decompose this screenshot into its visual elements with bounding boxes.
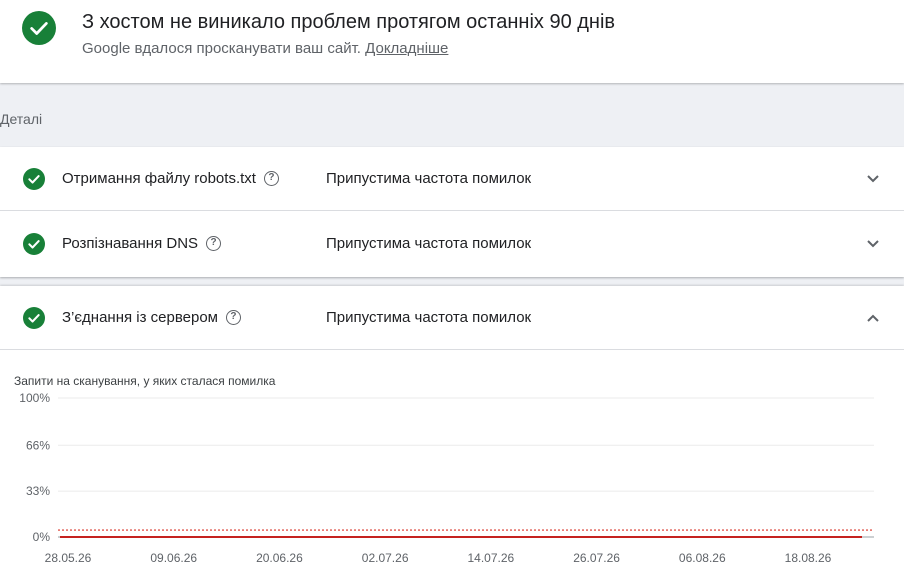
x-tick-label: 28.05.26	[45, 551, 92, 565]
y-tick-label: 66%	[26, 438, 50, 452]
x-tick-label: 18.08.26	[785, 551, 832, 565]
help-icon[interactable]: ?	[206, 235, 222, 251]
check-circle-icon	[23, 307, 45, 329]
x-tick-label: 20.06.26	[256, 551, 303, 565]
row-name-text: Отримання файлу robots.txt	[62, 170, 256, 187]
row-name-text: Розпізнавання DNS	[62, 235, 199, 252]
check-circle-icon	[22, 11, 56, 45]
row-status: Припустима частота помилок	[326, 170, 532, 187]
row-robots-txt[interactable]: Отримання файлу robots.txt? Припустима ч…	[0, 147, 904, 211]
banner-subtitle: Google вдалося просканувати ваш сайт. До…	[82, 40, 448, 58]
row-dns[interactable]: Розпізнавання DNS? Припустима частота по…	[0, 212, 904, 276]
chevron-down-icon[interactable]	[864, 236, 882, 252]
x-tick-label: 14.07.26	[467, 551, 514, 565]
y-tick-label: 0%	[33, 530, 51, 544]
details-label: Деталі	[0, 111, 43, 127]
x-tick-label: 09.06.26	[150, 551, 197, 565]
banner-title: З хостом не виникало проблем протягом ос…	[82, 11, 616, 33]
chevron-down-icon[interactable]	[864, 171, 882, 187]
banner-subtitle-text: Google вдалося просканувати ваш сайт.	[82, 40, 361, 57]
details-card-top: Отримання файлу robots.txt? Припустима ч…	[0, 147, 904, 277]
row-status: Припустима частота помилок	[326, 235, 532, 252]
learn-more-link[interactable]: Докладніше	[365, 40, 448, 57]
error-rate-chart: 100% 66% 33% 0% 28.05.26 09.06.26 20.06.26 02.0…	[19, 391, 874, 565]
y-tick-label: 100%	[19, 391, 50, 405]
help-icon[interactable]: ?	[225, 309, 241, 325]
row-name-text: З’єднання із сервером	[62, 309, 218, 326]
row-name: З’єднання із сервером?	[62, 309, 241, 327]
chevron-up-icon[interactable]	[864, 310, 882, 326]
y-tick-label: 33%	[26, 484, 50, 498]
x-tick-label: 02.07.26	[362, 551, 409, 565]
row-name: Отримання файлу robots.txt?	[62, 170, 279, 188]
status-banner: З хостом не виникало проблем протягом ос…	[0, 0, 904, 83]
check-circle-icon	[23, 168, 45, 190]
row-status: Припустима частота помилок	[326, 309, 532, 326]
check-circle-icon	[23, 233, 45, 255]
x-tick-label: 26.07.26	[573, 551, 620, 565]
row-server-connection[interactable]: З’єднання із сервером? Припустима частот…	[0, 286, 904, 350]
x-tick-label: 06.08.26	[679, 551, 726, 565]
help-icon[interactable]: ?	[263, 170, 279, 186]
row-name: Розпізнавання DNS?	[62, 235, 222, 253]
